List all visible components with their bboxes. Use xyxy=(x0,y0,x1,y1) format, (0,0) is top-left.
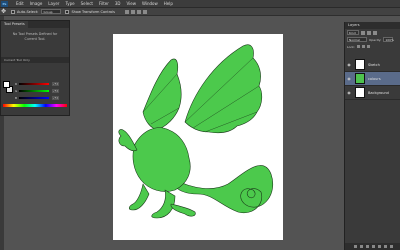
dragon-back-foot xyxy=(170,203,196,217)
document-canvas[interactable] xyxy=(113,34,283,240)
opacity-field[interactable]: 100% xyxy=(383,37,394,42)
menu-select[interactable]: Select xyxy=(81,1,93,6)
dragon-wing-right xyxy=(184,44,263,134)
color-panel: R 255 G 255 B 255 xyxy=(0,78,70,108)
lock-label: Lock: xyxy=(347,44,355,49)
trash-icon[interactable] xyxy=(389,245,393,248)
menu-image[interactable]: Image xyxy=(30,1,43,6)
auto-select-checkbox[interactable] xyxy=(11,9,15,14)
options-bar: ✥ Auto-Select: Group Show Transform Cont… xyxy=(0,8,400,16)
foreground-color-swatch[interactable] xyxy=(3,81,10,88)
filter-adjust-icon[interactable] xyxy=(367,30,371,35)
layer-row-sketch[interactable]: ◉ Sketch xyxy=(345,58,400,72)
blue-value[interactable]: 255 xyxy=(52,96,59,100)
blend-row: Normal Opacity: 100% xyxy=(345,36,400,43)
menu-3d[interactable]: 3D xyxy=(115,1,121,6)
visibility-eye-icon[interactable]: ◉ xyxy=(346,90,352,95)
align-left-icon[interactable] xyxy=(143,9,147,14)
layers-footer xyxy=(345,243,400,250)
blue-slider[interactable]: B 255 xyxy=(15,96,65,100)
layer-name: Background xyxy=(368,90,389,95)
green-slider[interactable]: G 255 xyxy=(15,89,65,93)
layers-panel-title[interactable]: Layers xyxy=(345,22,400,29)
lock-pixels-icon[interactable] xyxy=(356,45,360,48)
layer-thumbnail xyxy=(355,87,365,98)
menu-edit[interactable]: Edit xyxy=(16,1,24,6)
menu-window[interactable]: Window xyxy=(142,1,158,6)
auto-select-dropdown[interactable]: Group xyxy=(41,9,62,14)
menu-bar: Ps Edit Image Layer Type Select Filter 3… xyxy=(0,0,400,8)
color-spectrum[interactable] xyxy=(3,104,67,107)
dragon-front-leg xyxy=(128,183,150,211)
show-transform-checkbox[interactable] xyxy=(65,9,70,14)
layer-thumbnail xyxy=(355,59,365,70)
opacity-label: Opacity: xyxy=(369,37,382,42)
menu-filter[interactable]: Filter xyxy=(99,1,109,6)
red-value[interactable]: 255 xyxy=(52,82,59,86)
align-middle-icon[interactable] xyxy=(131,9,135,14)
visibility-eye-icon[interactable]: ◉ xyxy=(346,76,352,81)
panel-tabs: Tool Presets xyxy=(1,21,69,28)
dragon-head xyxy=(118,129,138,152)
blend-mode-dropdown[interactable]: Normal xyxy=(347,37,367,42)
kind-filter-dropdown[interactable]: Kind xyxy=(347,30,359,35)
visibility-eye-icon[interactable]: ◉ xyxy=(346,62,352,67)
auto-select-label: Auto-Select: xyxy=(17,9,39,14)
show-transform-label: Show Transform Controls xyxy=(71,9,115,14)
red-slider[interactable]: R 255 xyxy=(15,82,65,86)
presets-message: No Tool Presets Defined for Current Tool… xyxy=(12,32,58,41)
lock-row: Lock: xyxy=(345,43,400,50)
menu-type[interactable]: Type xyxy=(65,1,74,6)
current-tool-row: Current Tool Only xyxy=(1,57,69,63)
current-tool-only-label[interactable]: Current Tool Only xyxy=(1,58,30,62)
lock-position-icon[interactable] xyxy=(361,45,365,48)
filter-pixel-icon[interactable] xyxy=(361,30,365,35)
group-icon[interactable] xyxy=(377,245,381,248)
link-icon[interactable] xyxy=(353,245,357,248)
lock-all-icon[interactable] xyxy=(366,45,370,48)
dragon-wing-left xyxy=(142,58,182,131)
dragon-artwork xyxy=(118,44,273,219)
menu-help[interactable]: Help xyxy=(164,1,173,6)
move-tool-icon[interactable]: ✥ xyxy=(1,8,7,15)
layer-name: colours xyxy=(368,76,381,81)
layer-thumbnail xyxy=(355,73,365,84)
align-bottom-icon[interactable] xyxy=(137,9,141,14)
photoshop-logo: Ps xyxy=(1,0,8,7)
adjustment-icon[interactable] xyxy=(371,245,375,248)
dragon-body xyxy=(132,127,191,192)
new-layer-icon[interactable] xyxy=(383,245,387,248)
layer-name: Sketch xyxy=(368,62,380,67)
tab-tool-presets[interactable]: Tool Presets xyxy=(1,21,28,28)
layer-row-colours[interactable]: ◉ colours xyxy=(345,72,400,86)
align-top-icon[interactable] xyxy=(125,9,129,14)
layers-panel: Layers Kind Normal Opacity: 100% Lock: ◉… xyxy=(344,22,400,250)
layers-filter-row: Kind xyxy=(345,29,400,36)
menu-view[interactable]: View xyxy=(127,1,137,6)
fx-icon[interactable] xyxy=(359,245,363,248)
menu-layer[interactable]: Layer xyxy=(48,1,59,6)
mask-icon[interactable] xyxy=(365,245,369,248)
green-value[interactable]: 255 xyxy=(52,89,59,93)
filter-text-icon[interactable] xyxy=(373,30,377,35)
align-icons xyxy=(125,9,147,14)
layer-row-background[interactable]: ◉ Background xyxy=(345,86,400,100)
